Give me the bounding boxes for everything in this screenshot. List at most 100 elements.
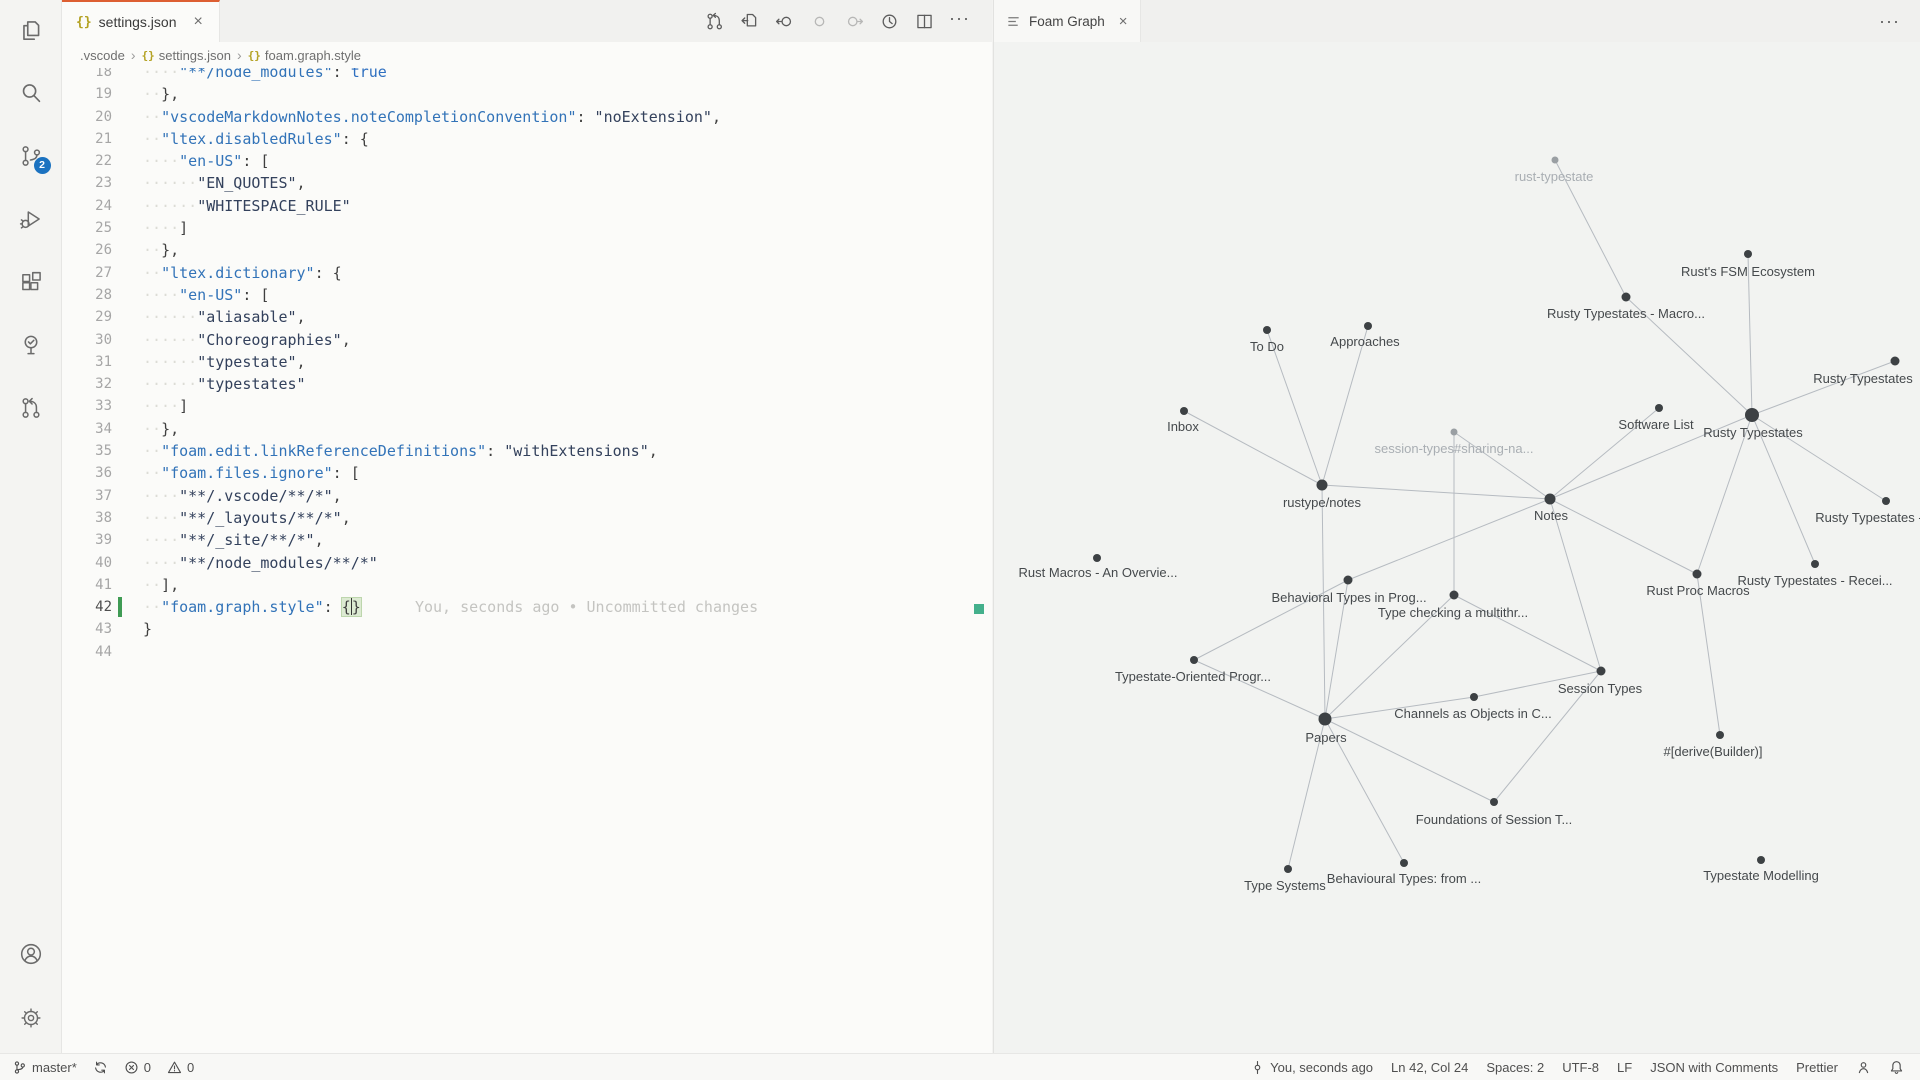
graph-node-label: To Do	[1250, 339, 1284, 354]
run-debug-icon[interactable]	[18, 206, 44, 232]
code-line-43: 43}	[62, 618, 992, 640]
graph-node-papers[interactable]	[1319, 713, 1332, 726]
graph-node-rusty-typestates-right[interactable]	[1891, 357, 1900, 366]
errors-indicator[interactable]: 0	[124, 1060, 151, 1075]
testing-tree-icon[interactable]	[18, 332, 44, 358]
open-changes-icon[interactable]	[739, 11, 760, 32]
graph-tab-close-icon[interactable]: ×	[1119, 13, 1128, 30]
code-line-41: 41··],	[62, 574, 992, 596]
graph-node-session-types-sharing[interactable]	[1451, 429, 1458, 436]
graph-node-typestate-oriented-progr[interactable]	[1190, 656, 1198, 664]
code-line-23: 23······"EN_QUOTES",	[62, 172, 992, 194]
line-number: 19	[62, 83, 112, 105]
settings-gear-icon[interactable]	[18, 1005, 44, 1031]
explorer-icon[interactable]	[18, 17, 44, 43]
scm-badge: 2	[34, 157, 51, 174]
code-line-29: 29······"aliasable",	[62, 306, 992, 328]
indentation[interactable]: Spaces: 2	[1486, 1060, 1544, 1075]
feedback-icon[interactable]	[1856, 1060, 1871, 1075]
extensions-icon[interactable]	[18, 269, 44, 295]
graph-node-type-checking-multithr[interactable]	[1450, 591, 1459, 600]
graph-node-rust-macros-overview[interactable]	[1093, 554, 1101, 562]
graph-node-rust-typestate[interactable]	[1552, 157, 1559, 164]
previous-change-icon[interactable]	[774, 11, 795, 32]
line-number: 33	[62, 395, 112, 417]
gitlens-file-history-icon[interactable]	[704, 11, 725, 32]
graph-more-actions-icon[interactable]: ···	[1879, 11, 1920, 32]
graph-node-rusty-typestates-macro[interactable]	[1622, 293, 1631, 302]
line-number: 23	[62, 172, 112, 194]
graph-node-type-systems[interactable]	[1284, 865, 1292, 873]
graph-node-label: Foundations of Session T...	[1416, 812, 1573, 827]
graph-node-foundations-session[interactable]	[1490, 798, 1498, 806]
graph-node-label: Rusty Typestates	[1703, 425, 1803, 440]
graph-node-rustype-notes[interactable]	[1317, 480, 1328, 491]
graph-node-channels-as-objects[interactable]	[1470, 693, 1478, 701]
graph-node-label: Behavioural Types: from ...	[1327, 871, 1481, 886]
graph-node-rusty-typestates-recei[interactable]	[1811, 560, 1819, 568]
search-icon[interactable]	[18, 80, 44, 106]
graph-node-typestate-modelling[interactable]	[1757, 856, 1765, 864]
graph-node-label: Rust Macros - An Overvie...	[1019, 565, 1178, 580]
graph-edge	[1550, 499, 1601, 671]
graph-node-rusty-typestates-hub[interactable]	[1745, 408, 1759, 422]
graph-node-behavioral-types-prog[interactable]	[1344, 576, 1353, 585]
tab-settings-json[interactable]: {} settings.json ×	[62, 0, 220, 42]
split-editor-icon[interactable]	[914, 11, 935, 32]
tab-close-icon[interactable]: ×	[193, 14, 202, 30]
language-mode[interactable]: JSON with Comments	[1650, 1060, 1778, 1075]
code-line-18: 18····"**/node_modules": true	[62, 68, 992, 83]
graph-node-derive-builder[interactable]	[1716, 731, 1724, 739]
graph-node-label: Rust's FSM Ecosystem	[1681, 264, 1815, 279]
code-line-26: 26··},	[62, 239, 992, 261]
source-control-icon[interactable]: 2	[18, 143, 44, 169]
editor-more-actions-icon[interactable]: ···	[949, 8, 970, 35]
graph-node-rusts-fsm-ecosystem[interactable]	[1744, 250, 1752, 258]
encoding[interactable]: UTF-8	[1562, 1060, 1599, 1075]
graph-edge	[1322, 326, 1368, 485]
code-line-39: 39····"**/_site/**/*",	[62, 529, 992, 551]
line-number: 28	[62, 284, 112, 306]
sync-button[interactable]	[93, 1060, 108, 1075]
graph-node-to-do[interactable]	[1263, 326, 1271, 334]
code-line-20: 20··"vscodeMarkdownNotes.noteCompletionC…	[62, 106, 992, 128]
json-file-icon: {}	[76, 15, 92, 30]
notifications-bell-icon[interactable]	[1889, 1060, 1904, 1075]
breadcrumb-item[interactable]: {}settings.json	[141, 48, 231, 63]
line-number: 27	[62, 262, 112, 284]
graph-node-approaches[interactable]	[1364, 322, 1372, 330]
gutter-modified-indicator	[118, 597, 122, 617]
graph-node-session-types[interactable]	[1597, 667, 1606, 676]
graph-node-rust-proc-macros[interactable]	[1693, 570, 1702, 579]
editor-tab-bar: {} settings.json × ···	[62, 0, 992, 42]
graph-node-notes[interactable]	[1545, 494, 1556, 505]
git-graph-icon[interactable]	[18, 395, 44, 421]
graph-node-software-list[interactable]	[1655, 404, 1663, 412]
code-editor[interactable]: 18····"**/node_modules": true19··},20··"…	[62, 68, 992, 1053]
graph-node-label: rustype/notes	[1283, 495, 1362, 510]
formatter[interactable]: Prettier	[1796, 1060, 1838, 1075]
graph-node-label: Papers	[1305, 730, 1347, 745]
breadcrumb-item[interactable]: {}foam.graph.style	[248, 48, 361, 63]
tab-foam-graph[interactable]: Foam Graph ×	[994, 0, 1141, 42]
bracket-highlight: {}	[342, 598, 361, 616]
eol-sequence[interactable]: LF	[1617, 1060, 1632, 1075]
graph-node-label: Inbox	[1167, 419, 1199, 434]
warnings-indicator[interactable]: 0	[167, 1060, 194, 1075]
code-line-27: 27··"ltex.dictionary": {	[62, 262, 992, 284]
cursor-position[interactable]: Ln 42, Col 24	[1391, 1060, 1468, 1075]
graph-edge	[1325, 719, 1494, 802]
branch-indicator[interactable]: master*	[12, 1060, 77, 1075]
code-line-22: 22····"en-US": [	[62, 150, 992, 172]
blame-annotation[interactable]: You, seconds ago	[1250, 1060, 1373, 1075]
graph-node-inbox[interactable]	[1180, 407, 1188, 415]
breadcrumb-item[interactable]: .vscode	[80, 48, 125, 63]
line-number: 41	[62, 574, 112, 596]
graph-node-behavioural-types-from[interactable]	[1400, 859, 1408, 867]
timeline-icon[interactable]	[879, 11, 900, 32]
activity-bar: 2	[0, 0, 62, 1053]
graph-node-label: Type Systems	[1244, 878, 1326, 893]
foam-graph-canvas[interactable]: rust-typestateRust's FSM EcosystemRusty …	[994, 42, 1920, 1053]
account-icon[interactable]	[18, 941, 44, 967]
graph-node-rusty-typestates-mid[interactable]	[1882, 497, 1890, 505]
